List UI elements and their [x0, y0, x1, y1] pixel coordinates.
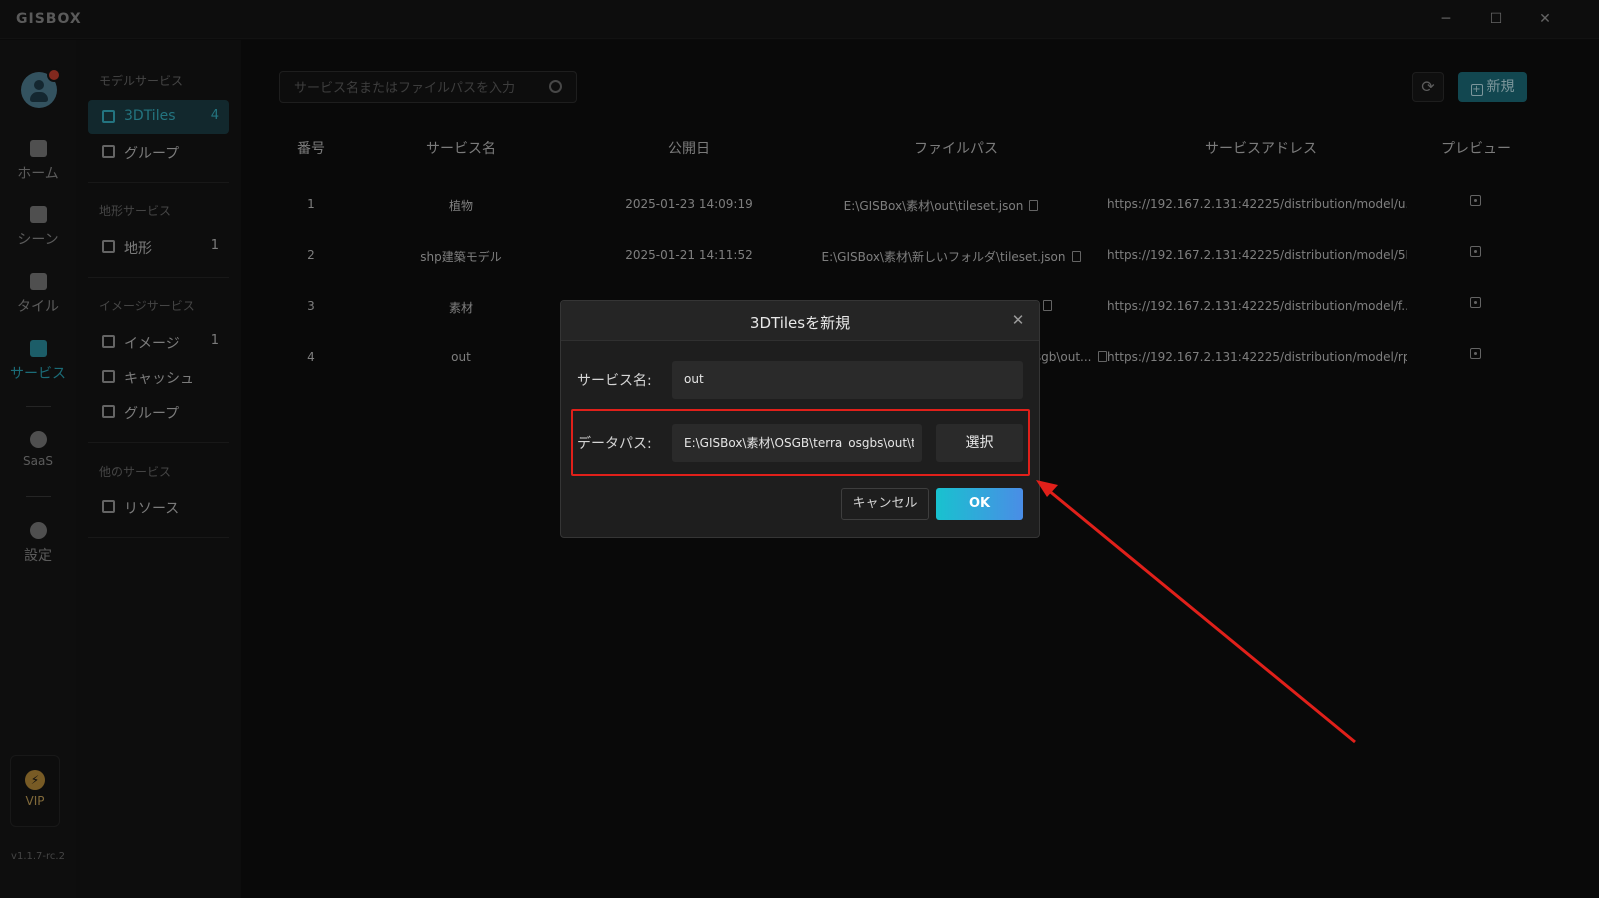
close-icon[interactable]: ✕: [1009, 311, 1027, 329]
new-3dtiles-dialog: 3DTilesを新規 ✕ サービス名: データパス: 選択 キャンセル OK: [560, 300, 1040, 538]
service-name-field: [672, 361, 1023, 399]
service-name-input[interactable]: [684, 372, 1007, 386]
app-window: GISBOX ─ ☐ ✕ ホーム シーン タイル サービス SaaS 設定 ⚡ …: [0, 0, 1599, 898]
cancel-button[interactable]: キャンセル: [841, 488, 929, 520]
highlight-box: [571, 409, 1030, 476]
ok-button[interactable]: OK: [936, 488, 1023, 520]
dialog-title: 3DTilesを新規: [749, 314, 851, 332]
service-name-label: サービス名:: [577, 373, 652, 389]
dialog-header: 3DTilesを新規 ✕: [561, 301, 1039, 341]
